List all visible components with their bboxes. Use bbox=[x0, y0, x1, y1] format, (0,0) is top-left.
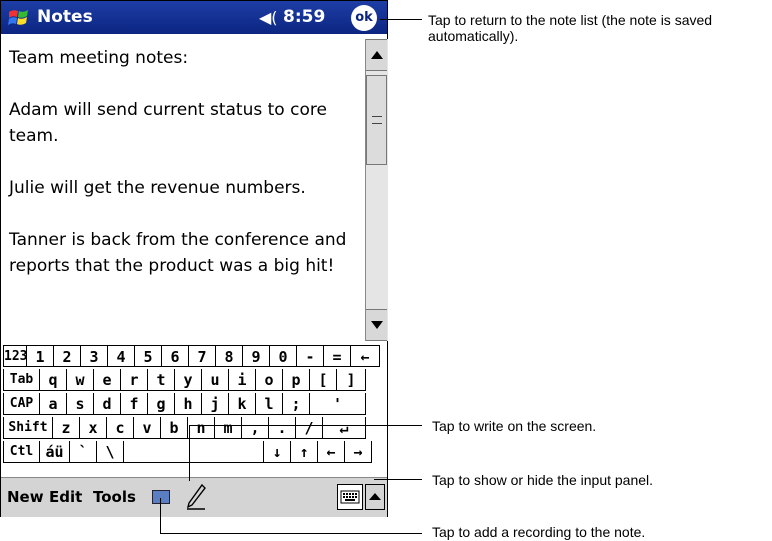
key[interactable]: Shift bbox=[3, 417, 53, 439]
key[interactable]: ← bbox=[351, 345, 380, 367]
pen-icon[interactable] bbox=[185, 483, 207, 511]
key[interactable]: ' bbox=[310, 393, 366, 415]
key[interactable]: Ctl bbox=[3, 441, 40, 463]
key[interactable]: ↑ bbox=[291, 441, 318, 463]
key[interactable]: v bbox=[134, 417, 161, 439]
key[interactable]: j bbox=[202, 393, 229, 415]
key[interactable]: = bbox=[324, 345, 351, 367]
soft-keyboard: 123 1 2 3 4 5 6 7 8 9 0- = ← Tab q w e r t y u i o p[] CAP a s d f g h… bbox=[3, 345, 386, 469]
key[interactable]: q bbox=[40, 369, 67, 391]
key[interactable]: → bbox=[345, 441, 372, 463]
scroll-down-button[interactable] bbox=[366, 309, 387, 341]
key[interactable]: h bbox=[175, 393, 202, 415]
microphone-icon[interactable] bbox=[152, 490, 170, 504]
key[interactable]: l bbox=[256, 393, 283, 415]
key[interactable]: y bbox=[175, 369, 202, 391]
new-menu[interactable]: New bbox=[7, 488, 44, 506]
edit-menu[interactable]: Edit bbox=[49, 488, 82, 506]
callout-input-panel: Tap to show or hide the input panel. bbox=[432, 472, 654, 488]
key[interactable]: a bbox=[40, 393, 67, 415]
key[interactable]: 4 bbox=[108, 345, 135, 367]
key[interactable]: e bbox=[94, 369, 121, 391]
callout-recording: Tap to add a recording to the note. bbox=[432, 524, 646, 540]
key[interactable]: 1 bbox=[27, 345, 54, 367]
callout-leader bbox=[189, 425, 422, 426]
windows-flag-icon[interactable] bbox=[7, 6, 31, 30]
app-title: Notes bbox=[37, 7, 93, 27]
key[interactable]: 6 bbox=[162, 345, 189, 367]
key[interactable]: 5 bbox=[135, 345, 162, 367]
menu-bar: New Edit Tools bbox=[1, 477, 387, 517]
speaker-icon[interactable]: ◀( bbox=[259, 8, 278, 27]
key[interactable]: CAP bbox=[3, 393, 40, 415]
key[interactable]: b bbox=[161, 417, 188, 439]
callout-leader bbox=[374, 479, 422, 480]
key[interactable]: ; bbox=[283, 393, 310, 415]
callout-leader bbox=[160, 533, 422, 534]
key[interactable]: ↵ bbox=[323, 417, 366, 439]
key[interactable]: ↓ bbox=[264, 441, 291, 463]
key[interactable]: t bbox=[148, 369, 175, 391]
scroll-up-button[interactable] bbox=[366, 39, 387, 71]
key[interactable]: i bbox=[229, 369, 256, 391]
ok-button[interactable]: ok bbox=[351, 5, 377, 31]
callout-pen: Tap to write on the screen. bbox=[432, 418, 597, 434]
key[interactable]: - bbox=[297, 345, 324, 367]
key[interactable]: x bbox=[80, 417, 107, 439]
tools-menu[interactable]: Tools bbox=[93, 488, 136, 506]
key[interactable]: 0 bbox=[270, 345, 297, 367]
callout-leader bbox=[189, 425, 190, 481]
key[interactable]: 8 bbox=[216, 345, 243, 367]
key[interactable]: . bbox=[269, 417, 296, 439]
key[interactable]: ] bbox=[337, 369, 366, 391]
key[interactable]: ← bbox=[318, 441, 345, 463]
key[interactable]: k bbox=[229, 393, 256, 415]
key[interactable]: áü bbox=[40, 441, 70, 463]
callout-leader bbox=[160, 498, 161, 534]
key[interactable]: 9 bbox=[243, 345, 270, 367]
key[interactable]: p bbox=[283, 369, 310, 391]
key[interactable]: n bbox=[188, 417, 215, 439]
key[interactable]: 123 bbox=[3, 345, 27, 367]
key[interactable]: z bbox=[53, 417, 80, 439]
keyboard-icon[interactable] bbox=[337, 484, 363, 510]
note-line: Tanner is back from the conference and r… bbox=[9, 230, 347, 276]
key[interactable]: r bbox=[121, 369, 148, 391]
key[interactable]: , bbox=[242, 417, 269, 439]
clock[interactable]: 8:59 bbox=[283, 7, 325, 27]
key[interactable]: f bbox=[121, 393, 148, 415]
key[interactable]: u bbox=[202, 369, 229, 391]
key[interactable]: \ bbox=[97, 441, 124, 463]
key[interactable]: Tab bbox=[3, 369, 40, 391]
note-line: Julie will get the revenue numbers. bbox=[9, 178, 306, 198]
pocket-pc-screen: Notes ◀( 8:59 ok Team meeting notes: Ada… bbox=[0, 0, 388, 517]
key[interactable]: / bbox=[296, 417, 323, 439]
key[interactable]: 2 bbox=[54, 345, 81, 367]
key[interactable]: c bbox=[107, 417, 134, 439]
key[interactable]: d bbox=[94, 393, 121, 415]
chevron-up-icon[interactable] bbox=[365, 484, 385, 510]
key[interactable]: m bbox=[215, 417, 242, 439]
key[interactable]: [ bbox=[310, 369, 337, 391]
scroll-thumb[interactable] bbox=[366, 75, 387, 165]
key[interactable]: 7 bbox=[189, 345, 216, 367]
key[interactable]: ` bbox=[70, 441, 97, 463]
key[interactable]: g bbox=[148, 393, 175, 415]
key[interactable]: o bbox=[256, 369, 283, 391]
key[interactable]: w bbox=[67, 369, 94, 391]
callout-leader bbox=[380, 19, 422, 20]
title-bar: Notes ◀( 8:59 ok bbox=[1, 1, 387, 34]
vertical-scrollbar[interactable] bbox=[365, 39, 388, 341]
note-line: Team meeting notes: bbox=[9, 48, 189, 68]
key[interactable]: 3 bbox=[81, 345, 108, 367]
key[interactable] bbox=[124, 441, 264, 463]
note-line: Adam will send current status to core te… bbox=[9, 100, 327, 146]
note-text-area[interactable]: Team meeting notes: Adam will send curre… bbox=[3, 37, 363, 341]
callout-ok: Tap to return to the note list (the note… bbox=[428, 12, 713, 44]
key[interactable]: s bbox=[67, 393, 94, 415]
